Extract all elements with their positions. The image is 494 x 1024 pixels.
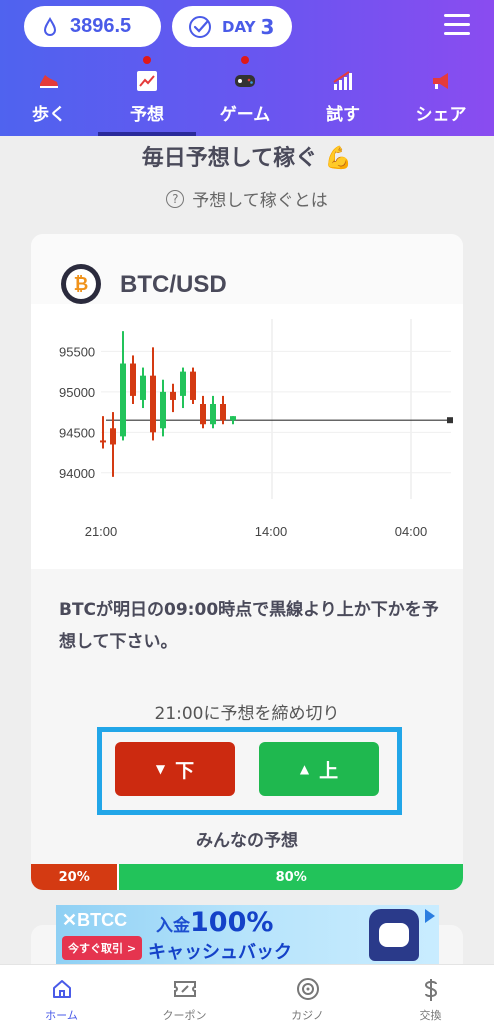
drop-icon <box>43 16 57 36</box>
candle-body <box>100 440 106 443</box>
prediction-question: BTCが明日の09:00時点で黒線より上か下かを予想して下さい。 <box>59 600 439 652</box>
megaphone-icon <box>392 70 490 92</box>
candle-body <box>140 375 146 400</box>
coupon-icon <box>123 977 246 1001</box>
nav-label: 試す <box>326 105 360 125</box>
nav-item-game[interactable]: ゲーム <box>196 56 294 136</box>
candle-body <box>160 391 166 429</box>
candle-body <box>220 404 226 421</box>
triangle-down-icon: ▼ <box>155 762 166 776</box>
day-pill[interactable]: DAY 3 <box>172 6 292 47</box>
ad-choices-icon[interactable] <box>425 909 435 923</box>
y-tick-label: 95500 <box>59 344 95 359</box>
candle-body <box>200 404 206 425</box>
everyone-prediction-label: みんなの予想 <box>196 831 298 851</box>
candlestick-chart: 95500 95000 94500 94000 21:00 14:00 04:00 <box>59 319 453 539</box>
nav-label: シェア <box>415 105 467 125</box>
casino-chip-icon <box>246 977 369 1001</box>
bottom-nav-label: 交換 <box>419 1009 442 1022</box>
bitcoin-icon: ₿ <box>61 264 101 304</box>
hamburger-menu-icon[interactable] <box>444 14 470 36</box>
check-circle-icon <box>189 15 211 38</box>
howto-link[interactable]: ? 予想して稼ぐとは <box>0 186 494 211</box>
ad-headline-pre: 入金 <box>156 916 190 936</box>
ad-cta-button[interactable]: 今すぐ取引 > <box>62 936 143 960</box>
nav-label: ゲーム <box>219 105 271 125</box>
candle-body <box>230 416 236 421</box>
sneaker-icon <box>0 70 98 92</box>
down-label: 下 <box>175 759 195 782</box>
points-pill[interactable]: 3896.5 <box>24 6 161 47</box>
reference-line-end <box>447 417 453 424</box>
y-tick-label: 95000 <box>59 385 95 400</box>
candle-body <box>170 391 176 400</box>
x-tick-label: 04:00 <box>395 524 428 539</box>
bottom-nav-exchange[interactable]: 交換 <box>369 965 492 1024</box>
y-tick-label: 94500 <box>59 425 95 440</box>
candle-body <box>180 371 186 396</box>
bottom-nav-home[interactable]: ホーム <box>0 965 123 1024</box>
nav-item-walk[interactable]: 歩く <box>0 64 98 136</box>
deadline-text: 21:00に予想を締め切り <box>154 704 340 724</box>
points-value: 3896.5 <box>70 15 132 37</box>
question-circle-icon: ? <box>166 189 185 208</box>
nav-item-predict[interactable]: 予想 <box>98 56 196 136</box>
ad-headline-big: 100% <box>190 907 274 938</box>
x-tick-label: 14:00 <box>255 524 288 539</box>
notification-dot <box>241 56 249 64</box>
candle-body <box>120 363 126 437</box>
price-chart: 95500 95000 94500 94000 21:00 14:00 04:00 <box>31 304 463 569</box>
nav-label: 予想 <box>130 105 164 125</box>
candle-body <box>110 428 116 445</box>
top-nav: 歩く 予想 ゲーム 試す シェア <box>0 56 494 136</box>
bottom-nav-label: ホーム <box>45 1009 78 1022</box>
candle-body <box>210 404 216 425</box>
gamepad-icon <box>196 70 294 92</box>
chart-icon <box>98 70 196 92</box>
card-header: ₿ BTC/USD <box>31 234 463 304</box>
notification-dot <box>143 56 151 64</box>
up-label: 上 <box>319 759 339 782</box>
bottom-nav: ホーム クーポン カジノ 交換 <box>0 964 494 1024</box>
down-ratio: 20% <box>31 864 118 890</box>
day-number: 3 <box>260 14 275 39</box>
predict-down-button[interactable]: ▼ 下 <box>115 742 235 796</box>
day-label: DAY <box>222 17 256 36</box>
ad-banner[interactable]: ✕BTCC 今すぐ取引 > 入金100% キャッシュバック <box>56 905 439 964</box>
candle-body <box>150 375 156 433</box>
mascot-image <box>369 909 419 961</box>
triangle-up-icon: ▲ <box>299 762 310 776</box>
bottom-nav-label: カジノ <box>291 1009 324 1022</box>
dollar-icon <box>369 977 492 1003</box>
home-icon <box>0 977 123 1001</box>
nav-label: 歩く <box>32 105 66 125</box>
y-tick-label: 94000 <box>59 466 95 481</box>
predict-up-button[interactable]: ▲ 上 <box>259 742 379 796</box>
nav-item-try[interactable]: 試す <box>294 64 392 136</box>
ad-brand: ✕BTCC <box>62 910 128 930</box>
candle-body <box>190 371 196 400</box>
ad-headline: 入金100% <box>156 907 273 938</box>
prediction-ratio-bar: 20% 80% <box>31 864 463 890</box>
x-tick-label: 21:00 <box>85 524 118 539</box>
nav-item-share[interactable]: シェア <box>392 64 490 136</box>
bottom-nav-casino[interactable]: カジノ <box>246 965 369 1024</box>
app-header: 3896.5 DAY 3 歩く 予想 ゲーム 試す シェア <box>0 0 494 136</box>
active-tab-indicator <box>98 132 196 136</box>
pair-label: BTC/USD <box>120 271 227 298</box>
bottom-nav-coupon[interactable]: クーポン <box>123 965 246 1024</box>
page-title: 毎日予想して稼ぐ 💪 <box>141 146 353 171</box>
bottom-nav-label: クーポン <box>162 1009 207 1022</box>
howto-label: 予想して稼ぐとは <box>192 191 328 211</box>
up-ratio: 80% <box>117 864 463 890</box>
candle-body <box>130 363 136 396</box>
bar-growth-icon <box>294 70 392 92</box>
ad-subline: キャッシュバック <box>148 942 292 963</box>
